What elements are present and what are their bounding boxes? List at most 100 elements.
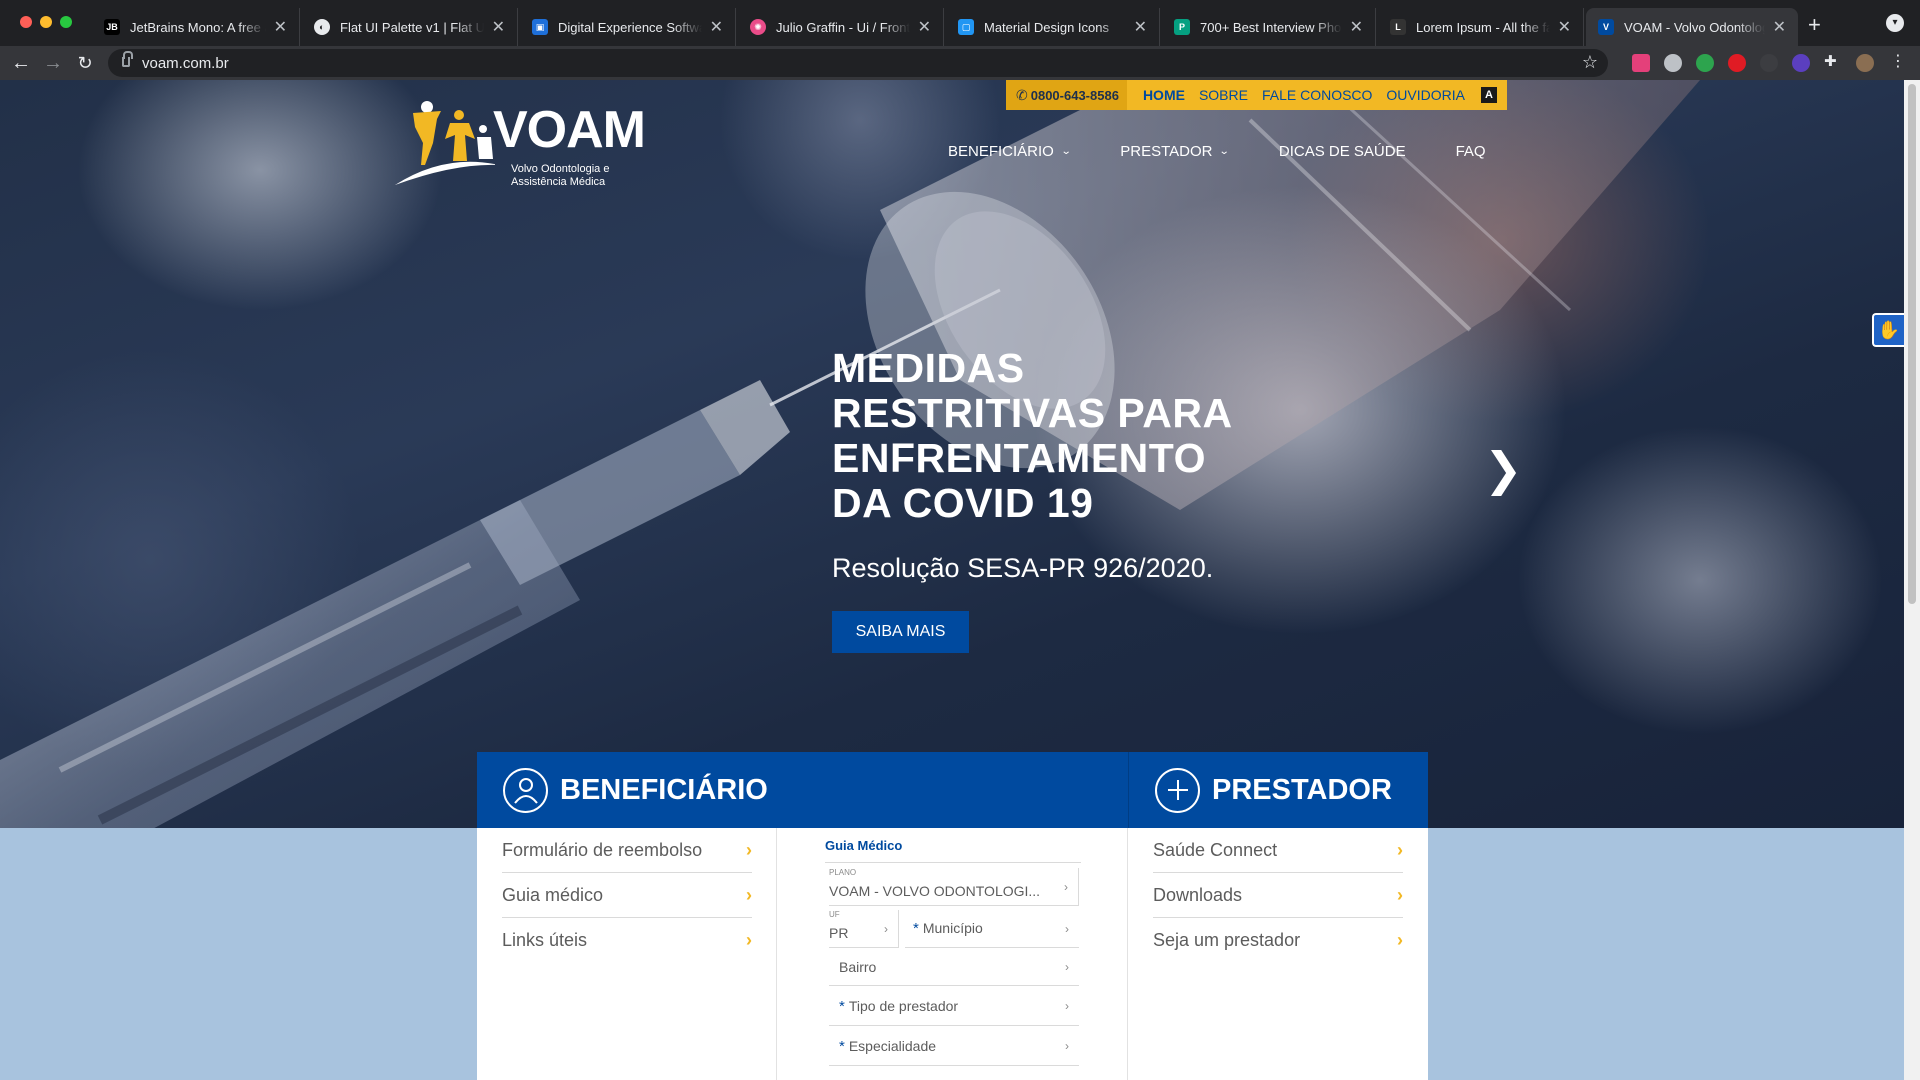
jetbrains-icon: JB bbox=[104, 19, 120, 35]
service-panels: BENEFICIÁRIO PRESTADOR Formulário de ree… bbox=[477, 752, 1428, 1080]
top-link-sobre[interactable]: SOBRE bbox=[1199, 87, 1248, 103]
nav-label: DICAS DE SAÚDE bbox=[1278, 143, 1406, 160]
hero-title-line: RESTRITIVAS PARA bbox=[832, 390, 1233, 436]
bairro-select[interactable]: Bairro › bbox=[829, 948, 1079, 986]
top-link-home[interactable]: HOME bbox=[1143, 87, 1185, 103]
close-window-button[interactable] bbox=[20, 16, 32, 28]
close-tab-icon[interactable]: ✕ bbox=[710, 17, 723, 37]
scrollbar-thumb[interactable] bbox=[1908, 84, 1916, 604]
top-link-ouvidoria[interactable]: OUVIDORIA bbox=[1386, 87, 1465, 103]
browser-tab[interactable]: P 700+ Best Interview Photos ✕ bbox=[1162, 8, 1376, 46]
extension-icon[interactable] bbox=[1760, 54, 1778, 72]
field-value: VOAM - VOLVO ODONTOLOGI... bbox=[829, 883, 1041, 899]
field-value: Bairro bbox=[839, 959, 877, 975]
browser-tab-active[interactable]: V VOAM - Volvo Odontologia ✕ bbox=[1586, 8, 1798, 46]
phone-text: 0800-643-8586 bbox=[1030, 87, 1119, 103]
chevron-right-icon: › bbox=[884, 921, 888, 936]
hero-title-line: MEDIDAS bbox=[832, 345, 1025, 391]
sign-language-icon[interactable]: ✋ bbox=[1872, 313, 1904, 347]
close-tab-icon[interactable]: ✕ bbox=[274, 17, 287, 37]
nav-beneficiario[interactable]: BENEFICIÁRIO ⌄ bbox=[948, 143, 1072, 160]
carousel-next-icon[interactable]: ❯ bbox=[1484, 442, 1523, 496]
nav-dicas-de-saude[interactable]: DICAS DE SAÚDE bbox=[1279, 143, 1406, 160]
puzzle-icon[interactable]: ✚ bbox=[1824, 52, 1842, 70]
close-tab-icon[interactable]: ✕ bbox=[1134, 17, 1147, 37]
family-logo-icon bbox=[395, 101, 495, 185]
close-tab-icon[interactable]: ✕ bbox=[918, 17, 931, 37]
user-icon bbox=[503, 767, 548, 813]
chevron-right-icon: › bbox=[746, 884, 752, 905]
chevron-right-icon: › bbox=[1065, 959, 1069, 974]
chevron-down-icon: ⌄ bbox=[1060, 146, 1072, 157]
voam-logo[interactable]: VOAM Volvo Odontologia e Assistência Méd… bbox=[395, 95, 646, 190]
link-saude-connect[interactable]: Saúde Connect › bbox=[1153, 828, 1403, 873]
uf-select[interactable]: UF PR › bbox=[829, 910, 899, 948]
tab-title: Lorem Ipsum - All the facts bbox=[1416, 19, 1550, 35]
avatar[interactable] bbox=[1856, 54, 1874, 72]
main-nav: BENEFICIÁRIO ⌄ PRESTADOR ⌄ DICAS DE SAÚD… bbox=[948, 143, 1536, 160]
municipio-select[interactable]: * Município › bbox=[905, 910, 1079, 948]
chevron-right-icon: › bbox=[746, 930, 752, 950]
beneficiario-title: BENEFICIÁRIO bbox=[560, 773, 768, 806]
bookmark-star-icon[interactable]: ☆ bbox=[1582, 52, 1598, 73]
phone-icon: ✆ bbox=[1016, 86, 1028, 103]
required-asterisk: * bbox=[913, 920, 919, 937]
close-tab-icon[interactable]: ✕ bbox=[1558, 17, 1571, 37]
close-tab-icon[interactable]: ✕ bbox=[1773, 17, 1786, 37]
extension-icon[interactable] bbox=[1696, 54, 1714, 72]
url-text[interactable]: voam.com.br bbox=[142, 55, 229, 72]
new-tab-icon[interactable]: + bbox=[1808, 12, 1821, 38]
browser-tab[interactable]: ▣ Digital Experience Software ✕ bbox=[520, 8, 736, 46]
nav-label: FAQ bbox=[1455, 143, 1486, 160]
page-scrollbar[interactable] bbox=[1904, 80, 1920, 1080]
guia-medico-title: Guia Médico bbox=[825, 838, 903, 853]
tipo-prestador-select[interactable]: * Tipo de prestador › bbox=[829, 986, 1079, 1026]
forward-icon[interactable]: → bbox=[40, 50, 66, 76]
link-formulario-reembolso[interactable]: Formulário de reembolso › bbox=[502, 828, 752, 873]
accessibility-contrast-button[interactable]: A bbox=[1481, 87, 1497, 103]
menu-icon[interactable]: ⋮ bbox=[1890, 51, 1908, 70]
chevron-right-icon: › bbox=[746, 839, 752, 860]
close-tab-icon[interactable]: ✕ bbox=[492, 17, 505, 37]
dx-icon: ▣ bbox=[532, 19, 548, 35]
divider bbox=[825, 862, 1081, 863]
saiba-mais-button[interactable]: SAIBA MAIS bbox=[832, 611, 969, 653]
hero-title: MEDIDAS RESTRITIVAS PARA ENFRENTAMENTO D… bbox=[832, 346, 1292, 526]
browser-tab[interactable]: ◐ Flat UI Palette v1 | Flat UI ✕ bbox=[302, 8, 518, 46]
extension-icon[interactable] bbox=[1792, 54, 1810, 72]
nav-prestador[interactable]: PRESTADOR ⌄ bbox=[1120, 143, 1230, 160]
plus-icon bbox=[1155, 767, 1200, 813]
field-value: Especialidade bbox=[848, 1038, 937, 1054]
voam-icon: V bbox=[1598, 19, 1614, 35]
browser-tab[interactable]: JB JetBrains Mono: A free and ✕ bbox=[92, 8, 300, 46]
reload-icon[interactable]: ↻ bbox=[72, 50, 98, 76]
plano-select[interactable]: PLANO VOAM - VOLVO ODONTOLOGI... › bbox=[829, 868, 1079, 906]
especialidade-select[interactable]: * Especialidade › bbox=[829, 1026, 1079, 1066]
required-asterisk: * bbox=[839, 998, 845, 1015]
top-link-fale-conosco[interactable]: FALE CONOSCO bbox=[1262, 87, 1372, 103]
extension-icon[interactable] bbox=[1664, 54, 1682, 72]
link-seja-um-prestador[interactable]: Seja um prestador › bbox=[1153, 918, 1403, 963]
tab-search-icon[interactable]: ▾ bbox=[1886, 14, 1904, 32]
link-label: Formulário de reembolso bbox=[502, 839, 703, 860]
link-guia-medico[interactable]: Guia médico › bbox=[502, 873, 752, 918]
back-icon[interactable]: ← bbox=[8, 50, 34, 76]
extension-icon[interactable] bbox=[1632, 54, 1650, 72]
nav-faq[interactable]: FAQ bbox=[1456, 143, 1486, 160]
close-tab-icon[interactable]: ✕ bbox=[1350, 17, 1363, 37]
address-bar[interactable]: voam.com.br ☆ bbox=[108, 49, 1608, 77]
minimize-window-button[interactable] bbox=[40, 16, 52, 28]
top-utility-bar: ✆ 0800-643-8586 HOME SOBRE FALE CONOSCO … bbox=[1006, 80, 1507, 110]
link-links-uteis[interactable]: Links úteis › bbox=[502, 918, 752, 963]
field-value: Tipo de prestador bbox=[848, 998, 959, 1014]
extension-icon[interactable] bbox=[1728, 54, 1746, 72]
maximize-window-button[interactable] bbox=[60, 16, 72, 28]
phone-number[interactable]: ✆ 0800-643-8586 bbox=[1006, 80, 1127, 110]
link-downloads[interactable]: Downloads › bbox=[1153, 873, 1403, 918]
page: VOAM Volvo Odontologia e Assistência Méd… bbox=[0, 80, 1920, 1080]
browser-tab[interactable]: ✺ Julio Graffin - Ui / Front-end ✕ bbox=[738, 8, 944, 46]
browser-tab[interactable]: ▢ Material Design Icons ✕ bbox=[946, 8, 1160, 46]
tab-title: Julio Graffin - Ui / Front-end bbox=[776, 19, 910, 35]
browser-tab[interactable]: L Lorem Ipsum - All the facts ✕ bbox=[1378, 8, 1584, 46]
beneficiario-header: BENEFICIÁRIO bbox=[477, 752, 1128, 828]
